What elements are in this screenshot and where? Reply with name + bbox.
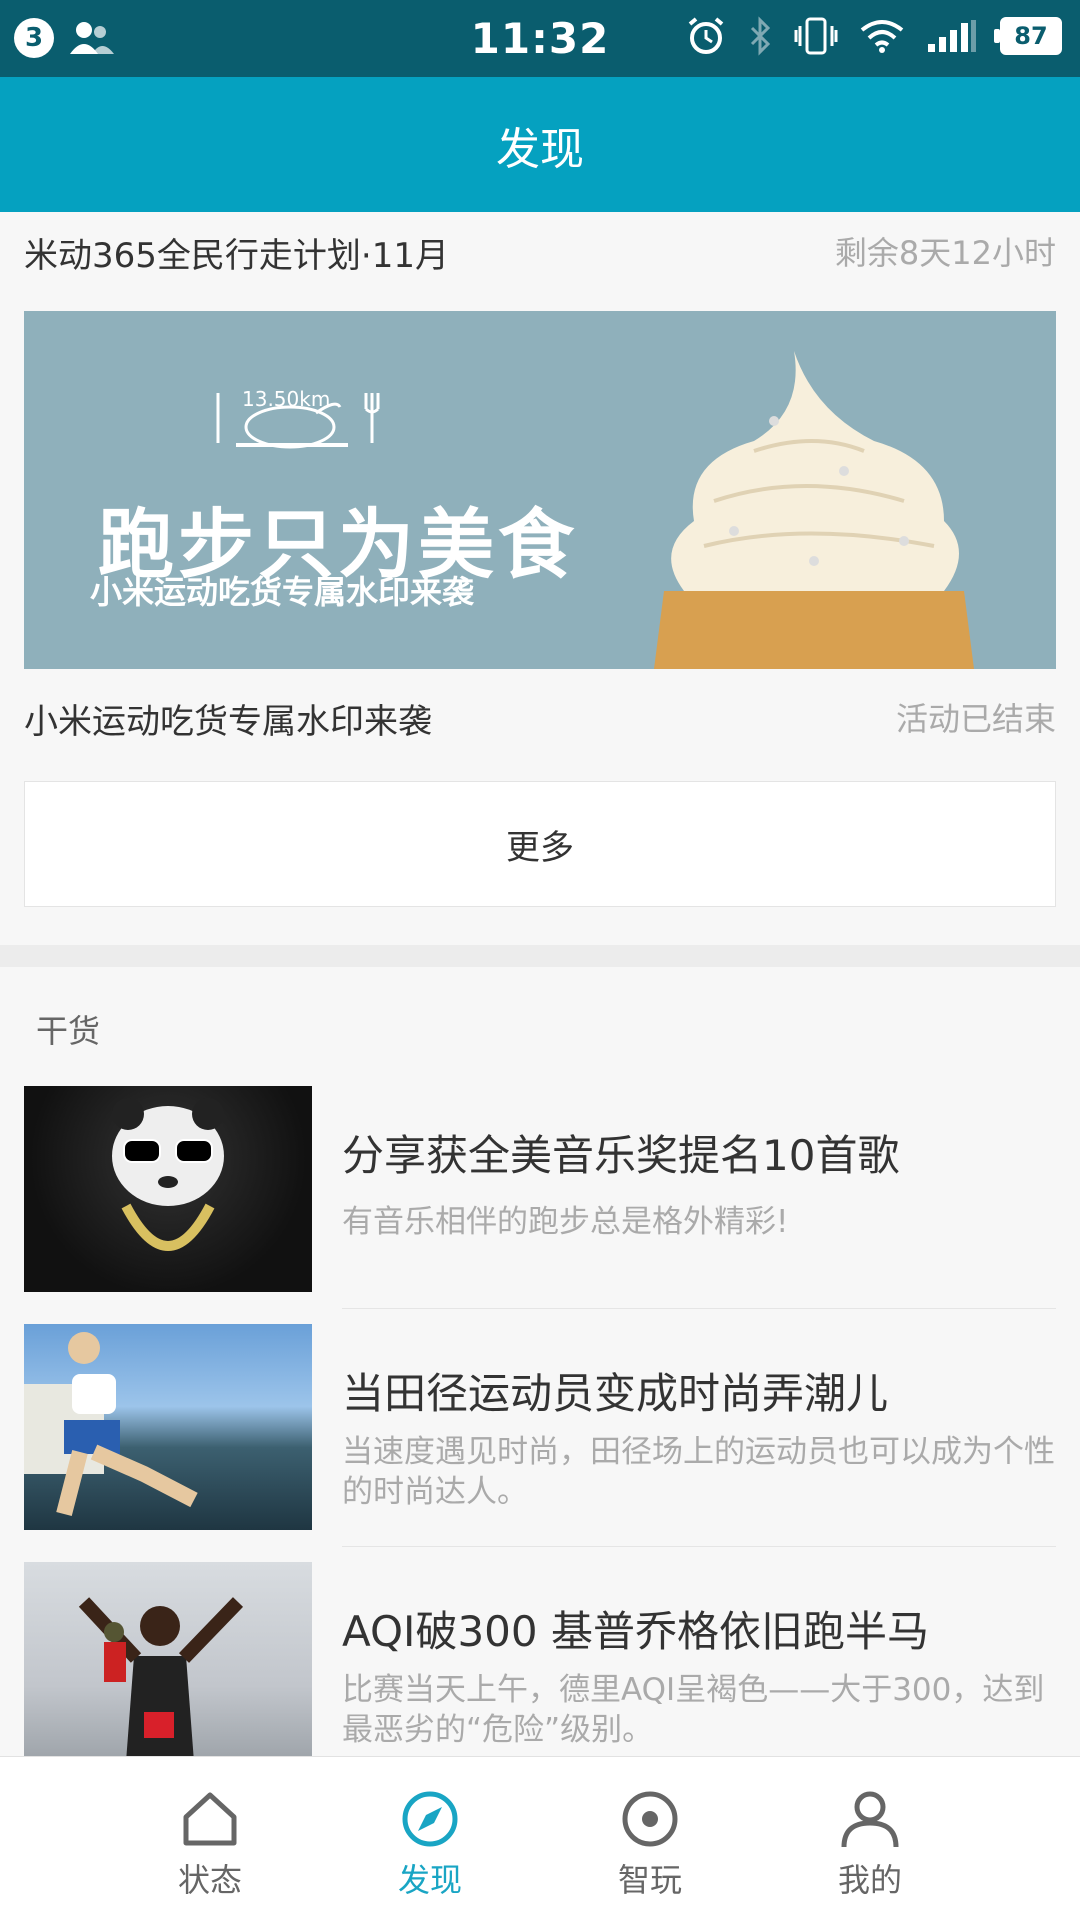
challenge-title[interactable]: 米动365全民行走计划·11月 bbox=[24, 228, 449, 277]
nav-item-smart-play[interactable]: 智玩 bbox=[540, 1757, 760, 1921]
bluetooth-icon bbox=[750, 16, 771, 56]
article-title: 分享获全美音乐奖提名10首歌 bbox=[342, 1131, 900, 1180]
activity-name[interactable]: 小米运动吃货专属水印来袭 bbox=[24, 694, 432, 743]
compass-icon bbox=[402, 1791, 458, 1847]
banner-subline: 小米运动吃货专属水印来袭 bbox=[90, 573, 475, 611]
banner-distance: 13.50km bbox=[242, 387, 331, 411]
bottom-navigation: 状态 发现 智玩 我的 bbox=[0, 1756, 1080, 1921]
target-icon bbox=[622, 1791, 678, 1847]
status-bar: 3 11:32 87 bbox=[0, 0, 1080, 77]
battery-icon: 87 bbox=[994, 17, 1062, 55]
nav-label: 我的 bbox=[837, 1861, 902, 1899]
cupcake-image bbox=[654, 351, 974, 669]
signal-icon bbox=[928, 20, 976, 52]
nav-item-status[interactable]: 状态 bbox=[100, 1757, 320, 1921]
home-icon bbox=[183, 1792, 237, 1846]
article-thumbnail bbox=[24, 1324, 312, 1530]
activity-banner[interactable]: 13.50km 跑步只为美食 小米运动吃货专属水印来袭 bbox=[24, 311, 1056, 669]
nav-item-mine[interactable]: 我的 bbox=[760, 1757, 980, 1921]
more-button[interactable]: 更多 bbox=[24, 781, 1056, 907]
section-divider bbox=[0, 945, 1080, 967]
article-description: 有音乐相伴的跑步总是格外精彩! bbox=[342, 1204, 789, 1240]
article-description: 当速度遇见时尚，田径场上的运动员也可以成为个性的时尚达人。 bbox=[342, 1434, 1055, 1510]
nav-label: 状态 bbox=[177, 1861, 242, 1899]
alarm-icon bbox=[688, 17, 724, 54]
status-right: 87 bbox=[686, 16, 1062, 56]
challenge-remaining-time: 剩余8天12小时 bbox=[834, 234, 1056, 272]
nav-item-discover[interactable]: 发现 bbox=[320, 1757, 540, 1921]
article-item[interactable]: 分享获全美音乐奖提名10首歌 有音乐相伴的跑步总是格外精彩! bbox=[0, 1086, 1080, 1326]
nav-label: 发现 bbox=[397, 1861, 462, 1899]
article-description: 比赛当天上午，德里AQI呈褐色——大于300，达到最恶劣的“危险”级别。 bbox=[342, 1672, 1045, 1748]
article-divider bbox=[342, 1546, 1056, 1547]
article-divider bbox=[342, 1308, 1056, 1309]
app-header: 发现 bbox=[0, 77, 1080, 212]
page-title: 发现 bbox=[496, 123, 584, 175]
article-title: AQI破300 基普乔格依旧跑半马 bbox=[342, 1607, 929, 1656]
article-item[interactable]: 当田径运动员变成时尚弄潮儿 当速度遇见时尚，田径场上的运动员也可以成为个性的时尚… bbox=[0, 1324, 1080, 1564]
article-title: 当田径运动员变成时尚弄潮儿 bbox=[342, 1369, 889, 1418]
article-thumbnail bbox=[24, 1086, 312, 1292]
person-icon bbox=[841, 1791, 899, 1848]
activity-status: 活动已结束 bbox=[895, 700, 1056, 738]
vibrate-icon bbox=[794, 17, 838, 55]
wifi-icon bbox=[860, 20, 904, 53]
nav-label: 智玩 bbox=[617, 1861, 682, 1899]
article-thumbnail bbox=[24, 1562, 312, 1756]
section-label: 干货 bbox=[36, 1012, 101, 1050]
article-item[interactable]: AQI破300 基普乔格依旧跑半马 比赛当天上午，德里AQI呈褐色——大于300… bbox=[0, 1562, 1080, 1756]
